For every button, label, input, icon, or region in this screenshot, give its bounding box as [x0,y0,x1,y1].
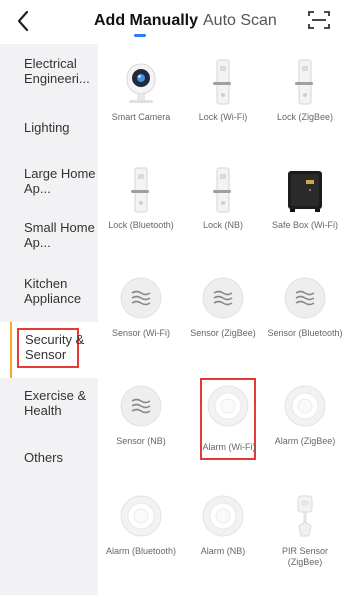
sidebar-item-small-home-appliance[interactable]: Small Home Ap... [0,212,98,268]
sensor-icon [202,277,244,319]
device-label: Alarm (ZigBee) [274,436,336,446]
sidebar-item-label: Kitchen Appliance [24,276,82,306]
device-lock-bluetooth[interactable]: Lock (Bluetooth) [100,162,182,262]
sidebar-item-electrical[interactable]: Electrical Engineeri... [0,44,98,100]
smoke-alarm-icon [207,385,249,427]
active-indicator [10,322,12,378]
device-label: Sensor (NB) [116,436,166,446]
sidebar-item-lighting[interactable]: Lighting [0,100,98,156]
device-smart-camera[interactable]: Smart Camera [100,54,182,154]
door-lock-icon [213,59,231,105]
device-sensor-wifi[interactable]: Sensor (Wi-Fi) [100,270,182,370]
device-label: Sensor (Bluetooth) [267,328,343,338]
sidebar-item-label: Electrical Engineeri... [24,56,90,86]
device-label: Alarm (Bluetooth) [105,546,177,556]
header: Add Manually Auto Scan [0,0,345,44]
door-lock-icon [213,167,231,213]
device-label: Lock (NB) [202,220,243,230]
device-alarm-nb[interactable]: Alarm (NB) [182,488,264,588]
device-label: Lock (Bluetooth) [108,220,174,230]
active-tab-indicator [134,34,146,37]
device-alarm-bluetooth[interactable]: Alarm (Bluetooth) [100,488,182,588]
device-label: Lock (Wi-Fi) [198,112,248,122]
sensor-icon [120,385,162,427]
sensor-icon [284,277,326,319]
device-sensor-nb[interactable]: Sensor (NB) [100,378,182,478]
pir-sensor-icon [297,495,313,537]
device-lock-nb[interactable]: Lock (NB) [182,162,264,262]
back-button[interactable] [12,8,36,34]
sidebar-item-label: Others [24,450,64,465]
sidebar-item-label: Exercise & Health [24,388,87,418]
sidebar-item-exercise-health[interactable]: Exercise & Health [0,376,98,432]
device-sensor-zigbee[interactable]: Sensor (ZigBee) [182,270,264,370]
device-label: Smart Camera [111,112,171,122]
sidebar-item-label: Lighting [24,120,70,135]
sidebar-item-label: Large Home Ap... [24,166,96,196]
device-label: Alarm (NB) [200,546,246,556]
sidebar-item-security-sensor[interactable]: Security & Sensor [0,322,98,378]
device-label: Sensor (Wi-Fi) [112,328,170,338]
smoke-alarm-icon [120,495,162,537]
category-sidebar: Electrical Engineeri... Lighting Large H… [0,44,98,595]
device-label: Sensor (ZigBee) [190,328,256,338]
scan-button[interactable] [307,9,331,31]
device-sensor-bluetooth[interactable]: Sensor (Bluetooth) [264,270,345,370]
smart-camera-icon [126,63,156,103]
safe-box-icon [288,171,322,212]
device-pir-sensor[interactable]: PIR Sensor (ZigBee) [264,488,345,588]
device-label: PIR Sensor (ZigBee) [281,546,329,567]
tab-add-manually[interactable]: Add Manually [94,11,198,31]
sidebar-item-label: Security & Sensor [25,332,85,362]
device-label: Lock (ZigBee) [276,112,334,122]
smoke-alarm-icon [202,495,244,537]
device-lock-zigbee[interactable]: Lock (ZigBee) [264,54,345,154]
door-lock-icon [295,59,313,105]
door-lock-icon [131,167,149,213]
device-lock-wifi[interactable]: Lock (Wi-Fi) [182,54,264,154]
device-label: Safe Box (Wi-Fi) [271,220,338,230]
smoke-alarm-icon [284,385,326,427]
sensor-icon [120,277,162,319]
sidebar-item-kitchen-appliance[interactable]: Kitchen Appliance [0,268,98,324]
device-grid: Smart Camera Lock (Wi-Fi) Lock (ZigBee) … [98,44,345,595]
device-safe-box[interactable]: Safe Box (Wi-Fi) [264,162,345,262]
chevron-left-icon [17,10,29,32]
scan-frame-icon [308,11,330,29]
sidebar-item-large-home-appliance[interactable]: Large Home Ap... [0,156,98,212]
sidebar-item-others[interactable]: Others [0,434,98,490]
tab-auto-scan[interactable]: Auto Scan [203,11,277,31]
sidebar-item-label: Small Home Ap... [24,220,95,250]
device-label: Alarm (Wi-Fi) [202,442,256,452]
device-alarm-zigbee[interactable]: Alarm (ZigBee) [264,378,345,478]
